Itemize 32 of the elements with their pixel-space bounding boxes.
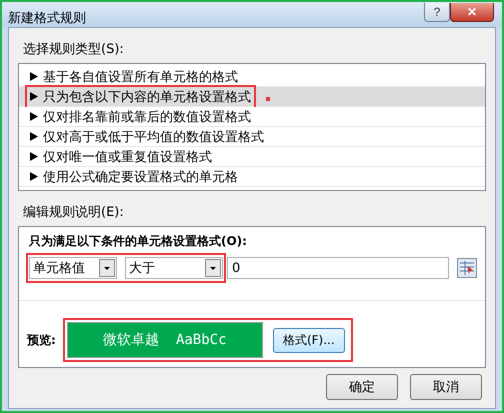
rule-type-item[interactable]: 仅对唯一值或重复值设置格式 — [19, 147, 485, 167]
expand-triangle-icon — [30, 172, 38, 181]
rule-type-item[interactable]: 只为包含以下内容的单元格设置格式 — [19, 87, 485, 107]
expand-triangle-icon — [30, 92, 38, 101]
section-label: 编辑规则说明(E): — [23, 204, 125, 221]
format-preview: 微软卓越 AaBbCc — [66, 322, 263, 358]
rule-type-item[interactable]: 仅对排名靠前或靠后的数值设置格式 — [19, 107, 485, 127]
expand-triangle-icon — [30, 72, 38, 81]
range-select-icon[interactable] — [457, 258, 477, 278]
field-dropdown[interactable]: 单元格值 — [29, 257, 117, 279]
rule-type-text: 基于各自值设置所有单元格的格式 — [27, 66, 241, 86]
expand-triangle-icon — [30, 112, 38, 121]
rule-type-text: 仅对唯一值或重复值设置格式 — [27, 146, 215, 166]
expand-triangle-icon — [30, 132, 38, 141]
help-button[interactable]: ? — [424, 3, 450, 22]
cancel-button[interactable]: 取消 — [410, 374, 482, 400]
rule-type-item[interactable]: 使用公式确定要设置格式的单元格 — [19, 167, 485, 187]
value-input[interactable]: 0 — [227, 257, 449, 279]
rule-type-text: 使用公式确定要设置格式的单元格 — [27, 166, 241, 186]
condition-heading: 只为满足以下条件的单元格设置格式(O): — [29, 233, 248, 250]
ok-button[interactable]: 确定 — [326, 374, 398, 400]
rule-type-text: 只为包含以下内容的单元格设置格式 — [27, 86, 254, 106]
rule-type-item[interactable]: 仅对高于或低于平均值的数值设置格式 — [19, 127, 485, 147]
section-label: 选择规则类型(S): — [23, 41, 125, 58]
rule-type-text: 仅对排名靠前或靠后的数值设置格式 — [27, 106, 254, 126]
rule-type-text: 仅对高于或低于平均值的数值设置格式 — [27, 126, 267, 146]
window-title: 新建格式规则 — [8, 10, 87, 27]
rule-type-item[interactable]: 基于各自值设置所有单元格的格式 — [19, 67, 485, 87]
operator-dropdown[interactable]: 大于 — [125, 257, 223, 279]
expand-triangle-icon — [30, 152, 38, 161]
preview-label: 预览: — [27, 332, 56, 348]
format-button[interactable]: 格式(F)... — [272, 328, 345, 352]
